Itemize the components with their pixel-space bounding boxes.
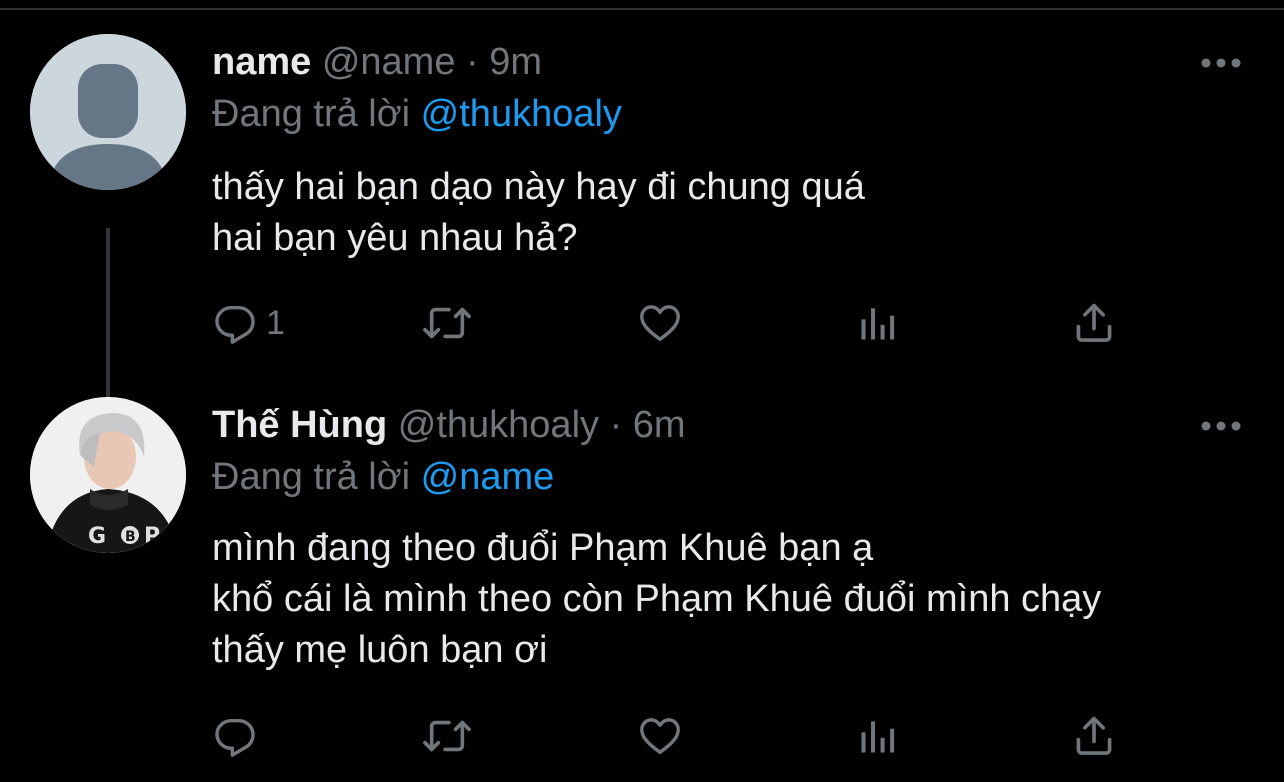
svg-text:P: P [144, 524, 160, 549]
top-divider [0, 0, 1284, 10]
svg-text:G: G [88, 524, 106, 549]
retweet-button[interactable] [422, 298, 472, 348]
like-button[interactable] [636, 298, 684, 348]
tweet-text: thấy hai bạn dạo này hay đi chung quá ha… [212, 162, 865, 264]
heart-icon [640, 305, 680, 342]
retweet-icon [423, 720, 471, 752]
tweet-text-line: thấy hai bạn dạo này hay đi chung quá [212, 166, 865, 208]
tweet-text-line: thấy mẹ luôn bạn ơi [212, 629, 548, 671]
default-profile-icon [30, 34, 186, 190]
tweet-header: Thế Hùng @thukhoaly · 6m [212, 403, 686, 447]
avatar[interactable]: G B P [30, 397, 186, 553]
retweet-icon [423, 307, 471, 339]
reply-button[interactable] [212, 711, 266, 761]
separator-dot: · [466, 41, 479, 83]
replying-to-label: Đang trả lời [212, 93, 411, 135]
tweet-text-line: mình đang theo đuổi Phạm Khuê bạn ạ [212, 527, 874, 569]
share-button[interactable] [1072, 298, 1116, 348]
share-icon [1076, 716, 1112, 755]
separator-dot: · [609, 404, 623, 446]
analytics-icon [861, 721, 895, 753]
more-button[interactable] [1196, 411, 1246, 441]
reply-icon [215, 718, 255, 757]
analytics-button[interactable] [856, 711, 900, 761]
replying-to-label: Đang trả lời [212, 456, 411, 498]
heart-icon [640, 718, 680, 755]
analytics-icon [861, 308, 895, 340]
reply-count: 1 [266, 304, 285, 342]
tweet-text-line: khổ cái là mình theo còn Phạm Khuê đuổi … [212, 578, 1102, 620]
tweet[interactable]: name @name · 9m Đang trả lời @thukhoaly … [0, 32, 1284, 428]
handle[interactable]: @thukhoaly [398, 404, 599, 446]
analytics-button[interactable] [856, 298, 900, 348]
like-button[interactable] [636, 711, 684, 761]
replying-to: Đang trả lời @name [212, 455, 554, 499]
reply-mention-link[interactable]: @thukhoaly [421, 93, 622, 135]
share-button[interactable] [1072, 711, 1116, 761]
more-icon [1201, 58, 1241, 68]
action-bar [212, 711, 1172, 761]
reply-icon [215, 305, 255, 344]
display-name[interactable]: Thế Hùng [212, 404, 387, 446]
timestamp[interactable]: 9m [489, 41, 542, 83]
display-name[interactable]: name [212, 41, 311, 83]
handle[interactable]: @name [322, 41, 456, 83]
tweet[interactable]: G B P Thế Hùng @thukhoaly · 6m Đang trả … [0, 395, 1284, 782]
reply-mention-link[interactable]: @name [421, 456, 555, 498]
more-button[interactable] [1196, 48, 1246, 78]
retweet-button[interactable] [422, 711, 472, 761]
replying-to: Đang trả lời @thukhoaly [212, 92, 622, 136]
svg-text:B: B [125, 529, 136, 545]
profile-photo: G B P [30, 397, 186, 553]
avatar[interactable] [30, 34, 186, 190]
tweet-text-line: hai bạn yêu nhau hả? [212, 217, 578, 259]
tweet-header: name @name · 9m [212, 40, 542, 84]
timestamp[interactable]: 6m [633, 404, 686, 446]
action-bar: 1 [212, 298, 1172, 348]
share-icon [1076, 303, 1112, 342]
tweet-text: mình đang theo đuổi Phạm Khuê bạn ạ khổ … [212, 523, 1101, 676]
reply-button[interactable]: 1 [212, 298, 285, 348]
more-icon [1201, 421, 1241, 431]
